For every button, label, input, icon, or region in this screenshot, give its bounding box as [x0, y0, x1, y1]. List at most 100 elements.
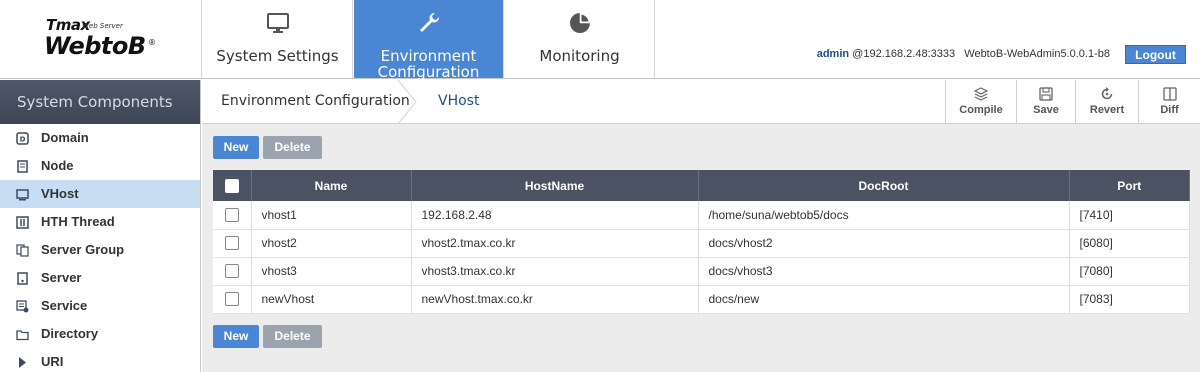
column-header-port[interactable]: Port	[1069, 170, 1190, 201]
folder-icon	[16, 330, 29, 341]
diff-label: Diff	[1160, 104, 1179, 116]
app-root: Tmax Web Server WebtoB ® System Settings…	[0, 0, 1200, 372]
new-button[interactable]: New	[213, 136, 259, 159]
select-all-checkbox[interactable]	[224, 178, 239, 193]
sidebar-item-label: URI	[41, 354, 64, 369]
diff-button[interactable]: Diff	[1138, 80, 1200, 124]
new-button-bottom[interactable]: New	[213, 325, 259, 348]
sidebar-item-vhost[interactable]: VHost	[0, 180, 200, 208]
sidebar-item-domain[interactable]: D Domain	[0, 124, 200, 152]
cell-name: vhost3	[251, 257, 412, 286]
tab-label: Monitoring	[539, 47, 620, 65]
delete-button[interactable]: Delete	[263, 136, 322, 159]
table-row[interactable]: newVhost newVhost.tmax.co.kr docs/new [7…	[213, 285, 1190, 314]
sidebar-item-label: Node	[41, 158, 74, 173]
revert-icon	[1101, 87, 1113, 100]
delete-button-bottom[interactable]: Delete	[263, 325, 322, 348]
diff-icon	[1162, 87, 1177, 101]
breadcrumb-parent[interactable]: Environment Configuration	[221, 93, 410, 109]
row-select-cell	[213, 285, 252, 314]
logo-text-sub: Web Server	[82, 22, 123, 30]
table-header-row: Name HostName DocRoot Port	[213, 170, 1190, 201]
thread-icon	[16, 216, 29, 229]
cell-docroot: /home/suna/webtob5/docs	[698, 201, 1070, 230]
compile-button[interactable]: Compile	[945, 80, 1016, 124]
tab-environment-configuration[interactable]: Environment Configuration	[354, 0, 504, 81]
sidebar-item-label: HTH Thread	[41, 214, 115, 229]
table-row[interactable]: vhost2 vhost2.tmax.co.kr docs/vhost2 [60…	[213, 229, 1190, 258]
wrench-icon	[419, 12, 439, 32]
pie-chart-icon	[569, 12, 590, 33]
sidebar: System Components D Domain Node VHost HT…	[0, 80, 201, 372]
sidebar-item-node[interactable]: Node	[0, 152, 200, 180]
vhost-table: Name HostName DocRoot Port vhost1 192.16…	[213, 170, 1190, 314]
row-select-cell	[213, 201, 252, 230]
server-icon	[17, 272, 28, 285]
service-icon	[16, 300, 29, 313]
svg-text:D: D	[20, 136, 26, 144]
sidebar-item-hth-thread[interactable]: HTH Thread	[0, 208, 200, 236]
save-label: Save	[1033, 104, 1059, 116]
logout-button[interactable]: Logout	[1125, 45, 1186, 64]
cell-port: [7410]	[1069, 201, 1190, 230]
sidebar-item-server-group[interactable]: Server Group	[0, 236, 200, 264]
row-checkbox[interactable]	[224, 208, 239, 223]
cell-hostname: newVhost.tmax.co.kr	[411, 285, 699, 314]
sidebar-item-service[interactable]: Service	[0, 292, 200, 320]
version-label: WebtoB-WebAdmin5.0.0.1-b8	[964, 48, 1110, 60]
save-icon	[1039, 87, 1053, 101]
revert-button[interactable]: Revert	[1075, 80, 1138, 124]
compile-label: Compile	[959, 104, 1003, 116]
monitor-icon	[266, 13, 289, 33]
sidebar-item-uri[interactable]: URI	[0, 348, 200, 372]
top-header: Tmax Web Server WebtoB ® System Settings…	[0, 0, 1200, 81]
sidebar-item-label: Domain	[41, 130, 89, 145]
row-select-cell	[213, 257, 252, 286]
sidebar-item-label: Server	[41, 270, 82, 285]
cell-name: vhost2	[251, 229, 412, 258]
vhost-icon	[16, 189, 29, 201]
cell-hostname: 192.168.2.48	[411, 201, 699, 230]
user-address: @192.168.2.48:3333	[852, 48, 956, 60]
row-select-cell	[213, 229, 252, 258]
cell-port: [7080]	[1069, 257, 1190, 286]
user-info: admin @192.168.2.48:3333 WebtoB-WebAdmin…	[817, 48, 1110, 60]
domain-icon: D	[16, 132, 29, 145]
cell-hostname: vhost3.tmax.co.kr	[411, 257, 699, 286]
sidebar-item-label: Service	[41, 298, 88, 313]
tab-monitoring[interactable]: Monitoring	[505, 0, 655, 78]
row-checkbox[interactable]	[224, 292, 239, 307]
logo-registered-mark: ®	[148, 38, 156, 47]
row-checkbox[interactable]	[224, 236, 239, 251]
breadcrumb: Environment Configuration VHost Compile …	[202, 80, 1200, 124]
select-all-cell	[213, 170, 252, 201]
layers-icon	[973, 87, 989, 101]
breadcrumb-current: VHost	[438, 93, 480, 109]
cell-port: [7083]	[1069, 285, 1190, 314]
row-checkbox[interactable]	[224, 264, 239, 279]
sidebar-item-label: Server Group	[41, 242, 125, 257]
cell-hostname: vhost2.tmax.co.kr	[411, 229, 699, 258]
cell-name: vhost1	[251, 201, 412, 230]
tab-label: System Settings	[216, 47, 339, 65]
table-row[interactable]: vhost1 192.168.2.48 /home/suna/webtob5/d…	[213, 201, 1190, 230]
sidebar-item-directory[interactable]: Directory	[0, 320, 200, 348]
cell-docroot: docs/new	[698, 285, 1070, 314]
column-header-hostname[interactable]: HostName	[411, 170, 699, 201]
sidebar-item-server[interactable]: Server	[0, 264, 200, 292]
uri-icon	[19, 357, 26, 368]
server-group-icon	[16, 244, 29, 257]
cell-docroot: docs/vhost2	[698, 229, 1070, 258]
main-content: Environment Configuration VHost Compile …	[202, 80, 1200, 372]
column-header-name[interactable]: Name	[251, 170, 412, 201]
logo-text-webtob: WebtoB	[44, 32, 146, 60]
breadcrumb-separator-icon	[397, 80, 417, 124]
cell-port: [6080]	[1069, 229, 1190, 258]
tab-system-settings[interactable]: System Settings	[203, 0, 353, 78]
save-button[interactable]: Save	[1016, 80, 1075, 124]
user-name: admin	[816, 48, 850, 60]
cell-docroot: docs/vhost3	[698, 257, 1070, 286]
column-header-docroot[interactable]: DocRoot	[698, 170, 1070, 201]
tab-label: Environment Configuration	[377, 47, 480, 81]
table-row[interactable]: vhost3 vhost3.tmax.co.kr docs/vhost3 [70…	[213, 257, 1190, 286]
